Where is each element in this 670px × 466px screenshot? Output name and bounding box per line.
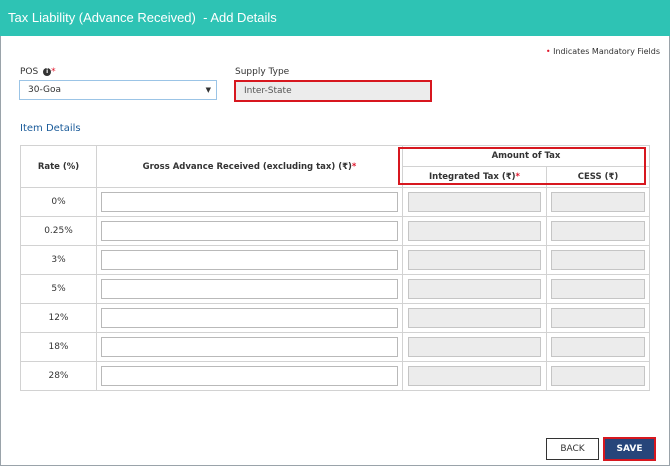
- integrated-cell: [402, 216, 547, 246]
- mandatory-note: • Indicates Mandatory Fields: [546, 47, 660, 56]
- cess-input: [551, 192, 645, 212]
- gross-advance-input[interactable]: [101, 221, 398, 241]
- back-button[interactable]: BACK: [546, 438, 599, 460]
- item-details-table: Rate (%) Gross Advance Received (excludi…: [20, 145, 650, 391]
- gross-advance-input[interactable]: [101, 308, 398, 328]
- required-star: *: [515, 172, 520, 182]
- cess-cell: [546, 274, 650, 304]
- header-integrated-text: Integrated Tax (₹): [429, 172, 516, 182]
- pos-label-text: POS: [20, 67, 39, 77]
- header-integrated-tax: Integrated Tax (₹)*: [402, 166, 547, 188]
- integrated-cell: [402, 303, 547, 333]
- gross-advance-input[interactable]: [101, 366, 398, 386]
- cess-cell: [546, 245, 650, 275]
- pos-select[interactable]: 30-Goa ▼: [19, 80, 217, 100]
- header-rate: Rate (%): [20, 145, 97, 188]
- supply-type-value: Inter-State: [244, 86, 292, 96]
- cess-cell: [546, 303, 650, 333]
- cess-cell: [546, 216, 650, 246]
- gross-advance-input[interactable]: [101, 279, 398, 299]
- gross-cell: [96, 303, 403, 333]
- page-title: Tax Liability (Advance Received) - Add D…: [8, 10, 277, 25]
- table-row: 12%: [20, 303, 650, 333]
- info-icon[interactable]: i: [43, 67, 52, 76]
- gross-cell: [96, 216, 403, 246]
- rate-cell: 0%: [20, 187, 97, 217]
- supply-type-field: Inter-State: [234, 80, 432, 102]
- rate-cell: 18%: [20, 332, 97, 362]
- section-title: Item Details: [20, 123, 81, 134]
- rate-cell: 12%: [20, 303, 97, 333]
- table-row: 3%: [20, 245, 650, 275]
- chevron-down-icon: ▼: [205, 86, 211, 94]
- cess-input: [551, 221, 645, 241]
- rate-cell: 3%: [20, 245, 97, 275]
- gross-cell: [96, 332, 403, 362]
- gross-advance-input[interactable]: [101, 337, 398, 357]
- rate-cell: 28%: [20, 361, 97, 391]
- header-amount-of-tax: Amount of Tax: [402, 145, 650, 167]
- required-star: *: [351, 161, 357, 172]
- integrated-cell: [402, 332, 547, 362]
- gross-cell: [96, 187, 403, 217]
- table-row: 5%: [20, 274, 650, 304]
- integrated-tax-input: [408, 279, 541, 299]
- header-gross-text: Gross Advance Received (excluding tax) (…: [142, 161, 352, 172]
- table-row: 28%: [20, 361, 650, 391]
- integrated-tax-input: [408, 366, 541, 386]
- gross-advance-input[interactable]: [101, 192, 398, 212]
- cess-input: [551, 337, 645, 357]
- cess-input: [551, 250, 645, 270]
- cess-input: [551, 308, 645, 328]
- integrated-tax-input: [408, 221, 541, 241]
- cess-cell: [546, 332, 650, 362]
- integrated-tax-input: [408, 337, 541, 357]
- gross-advance-input[interactable]: [101, 250, 398, 270]
- header-cess: CESS (₹): [546, 166, 650, 188]
- page-header: Tax Liability (Advance Received) - Add D…: [0, 0, 670, 36]
- gross-cell: [96, 274, 403, 304]
- integrated-cell: [402, 187, 547, 217]
- integrated-cell: [402, 361, 547, 391]
- cess-cell: [546, 187, 650, 217]
- integrated-cell: [402, 274, 547, 304]
- cess-cell: [546, 361, 650, 391]
- cess-input: [551, 279, 645, 299]
- table-row: 18%: [20, 332, 650, 362]
- save-button[interactable]: SAVE: [603, 437, 656, 461]
- integrated-cell: [402, 245, 547, 275]
- integrated-tax-input: [408, 192, 541, 212]
- integrated-tax-input: [408, 308, 541, 328]
- required-star: *: [51, 67, 56, 77]
- header-gross: Gross Advance Received (excluding tax) (…: [96, 145, 403, 188]
- gross-cell: [96, 245, 403, 275]
- pos-selected-value: 30-Goa: [28, 85, 62, 95]
- mandatory-text: Indicates Mandatory Fields: [553, 47, 660, 56]
- table-row: 0%: [20, 187, 650, 217]
- supply-type-label: Supply Type: [235, 67, 290, 77]
- cess-input: [551, 366, 645, 386]
- rate-cell: 0.25%: [20, 216, 97, 246]
- integrated-tax-input: [408, 250, 541, 270]
- rate-cell: 5%: [20, 274, 97, 304]
- mandatory-star: •: [545, 47, 551, 56]
- gross-cell: [96, 361, 403, 391]
- pos-label: POS i *: [20, 67, 56, 77]
- table-row: 0.25%: [20, 216, 650, 246]
